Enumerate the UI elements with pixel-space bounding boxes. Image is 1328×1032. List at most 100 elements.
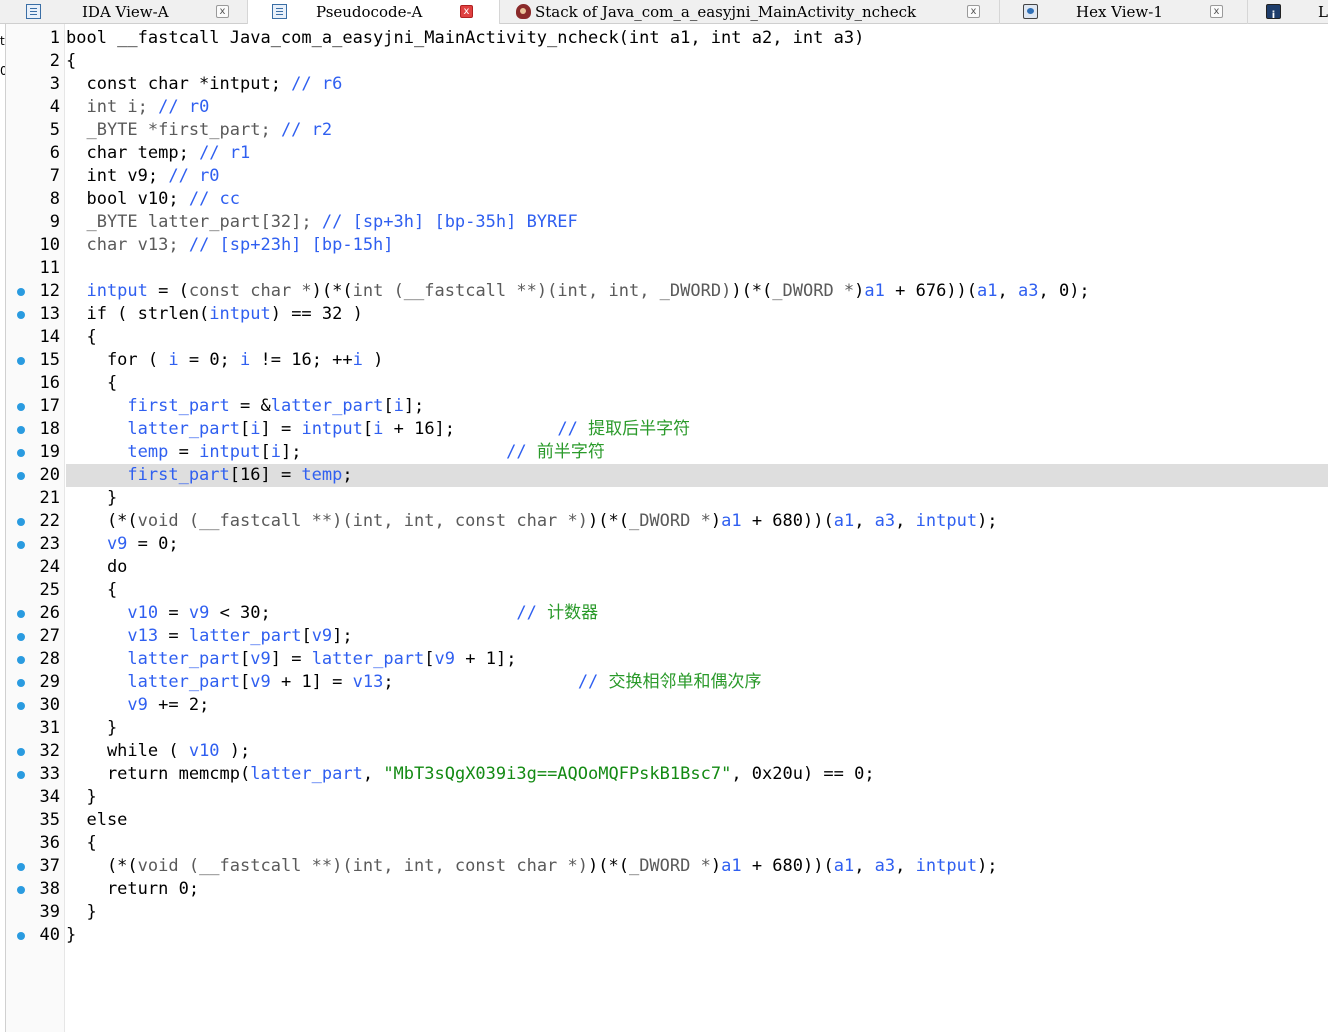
code-line[interactable]: v10 = v9 < 30; // 计数器 [66,602,1328,625]
breakpoint-dot-icon[interactable] [17,403,25,411]
code-line[interactable]: char v13; // [sp+23h] [bp-15h] [66,234,1328,257]
gutter-line[interactable]: 23 [6,533,64,556]
gutter-line[interactable]: 14 [6,326,64,349]
gutter-line[interactable]: 10 [6,234,64,257]
code-line[interactable]: } [66,786,1328,809]
code-line[interactable]: for ( i = 0; i != 16; ++i ) [66,349,1328,372]
breakpoint-dot-icon[interactable] [17,288,25,296]
breakpoint-dot-icon[interactable] [17,932,25,940]
gutter-line[interactable]: 21 [6,487,64,510]
breakpoint-dot-icon[interactable] [17,472,25,480]
code-line[interactable]: _BYTE *first_part; // r2 [66,119,1328,142]
gutter-line[interactable]: 3 [6,73,64,96]
code-line[interactable]: while ( v10 ); [66,740,1328,763]
gutter-line[interactable]: 7 [6,165,64,188]
breakpoint-dot-icon[interactable] [17,449,25,457]
gutter-line[interactable]: 12 [6,280,64,303]
code-line[interactable]: return memcmp(latter_part, "MbT3sQgX039i… [66,763,1328,786]
gutter-line[interactable]: 16 [6,372,64,395]
pseudocode-view[interactable]: bool __fastcall Java_com_a_easyjni_MainA… [66,24,1328,1032]
code-line[interactable]: v9 = 0; [66,533,1328,556]
code-line[interactable]: const char *intput; // r6 [66,73,1328,96]
gutter-line[interactable]: 9 [6,211,64,234]
tab-hex-view[interactable]: Hex View-1 x [1000,0,1248,24]
gutter-line[interactable]: 29 [6,671,64,694]
gutter-line[interactable]: 39 [6,901,64,924]
code-line[interactable]: { [66,372,1328,395]
gutter-line[interactable]: 37 [6,855,64,878]
code-line[interactable]: (*(void (__fastcall **)(int, int, const … [66,855,1328,878]
tab-stack[interactable]: Stack of Java_com_a_easyjni_MainActivity… [500,0,1000,24]
breakpoint-dot-icon[interactable] [17,679,25,687]
breakpoint-dot-icon[interactable] [17,886,25,894]
code-line[interactable]: do [66,556,1328,579]
breakpoint-dot-icon[interactable] [17,610,25,618]
tab-pseudocode[interactable]: Pseudocode-A x [248,0,500,24]
code-line[interactable]: bool v10; // cc [66,188,1328,211]
gutter-line[interactable]: 11 [6,257,64,280]
gutter-line[interactable]: 17 [6,395,64,418]
gutter-line[interactable]: 22 [6,510,64,533]
gutter-line[interactable]: 8 [6,188,64,211]
gutter-line[interactable]: 25 [6,579,64,602]
gutter-line[interactable]: 20 [6,464,64,487]
gutter-line[interactable]: 40 [6,924,64,947]
code-line[interactable]: } [66,924,1328,947]
gutter-line[interactable]: 5 [6,119,64,142]
gutter-line[interactable]: 32 [6,740,64,763]
code-line[interactable] [66,257,1328,280]
close-icon[interactable]: x [216,5,229,18]
code-line[interactable]: (*(void (__fastcall **)(int, int, const … [66,510,1328,533]
code-line[interactable]: } [66,487,1328,510]
gutter-line[interactable]: 28 [6,648,64,671]
breakpoint-dot-icon[interactable] [17,426,25,434]
code-line[interactable]: { [66,326,1328,349]
gutter-line[interactable]: 26 [6,602,64,625]
code-line[interactable]: first_part = &latter_part[i]; [66,395,1328,418]
breakpoint-dot-icon[interactable] [17,748,25,756]
breakpoint-dot-icon[interactable] [17,656,25,664]
gutter-line[interactable]: 35 [6,809,64,832]
breakpoint-dot-icon[interactable] [17,702,25,710]
gutter-line[interactable]: 1 [6,27,64,50]
code-line[interactable]: latter_part[i] = intput[i + 16]; // 提取后半… [66,418,1328,441]
gutter-line[interactable]: 6 [6,142,64,165]
code-line[interactable]: else [66,809,1328,832]
breakpoint-dot-icon[interactable] [17,863,25,871]
gutter-line[interactable]: 36 [6,832,64,855]
gutter-line[interactable]: 2 [6,50,64,73]
code-line[interactable]: bool __fastcall Java_com_a_easyjni_MainA… [66,27,1328,50]
code-line[interactable]: int i; // r0 [66,96,1328,119]
close-icon[interactable]: x [967,5,980,18]
code-line[interactable]: latter_part[v9] = latter_part[v9 + 1]; [66,648,1328,671]
code-line[interactable]: { [66,579,1328,602]
code-line[interactable]: { [66,832,1328,855]
breakpoint-dot-icon[interactable] [17,518,25,526]
code-line[interactable]: v13 = latter_part[v9]; [66,625,1328,648]
code-line[interactable]: } [66,717,1328,740]
code-line[interactable]: int v9; // r0 [66,165,1328,188]
breakpoint-dot-icon[interactable] [17,633,25,641]
code-line[interactable]: } [66,901,1328,924]
breakpoint-dot-icon[interactable] [17,541,25,549]
code-line[interactable]: temp = intput[i]; // 前半字符 [66,441,1328,464]
code-line[interactable]: if ( strlen(intput) == 32 ) [66,303,1328,326]
gutter-line[interactable]: 33 [6,763,64,786]
gutter-line[interactable]: 34 [6,786,64,809]
gutter-line[interactable]: 13 [6,303,64,326]
gutter-line[interactable]: 31 [6,717,64,740]
code-line[interactable]: latter_part[v9 + 1] = v13; // 交换相邻单和偶次序 [66,671,1328,694]
code-line[interactable]: first_part[16] = temp; [66,464,1328,487]
breakpoint-dot-icon[interactable] [17,771,25,779]
tab-overflow[interactable]: L [1248,0,1328,24]
gutter-line[interactable]: 19 [6,441,64,464]
code-line[interactable]: char temp; // r1 [66,142,1328,165]
tab-ida-view[interactable]: IDA View-A x [0,0,248,24]
close-icon[interactable]: x [460,5,473,18]
gutter-line[interactable]: 18 [6,418,64,441]
gutter-line[interactable]: 15 [6,349,64,372]
code-line[interactable]: return 0; [66,878,1328,901]
code-line[interactable]: intput = (const char *)(*(int (__fastcal… [66,280,1328,303]
gutter-line[interactable]: 24 [6,556,64,579]
breakpoint-dot-icon[interactable] [17,311,25,319]
